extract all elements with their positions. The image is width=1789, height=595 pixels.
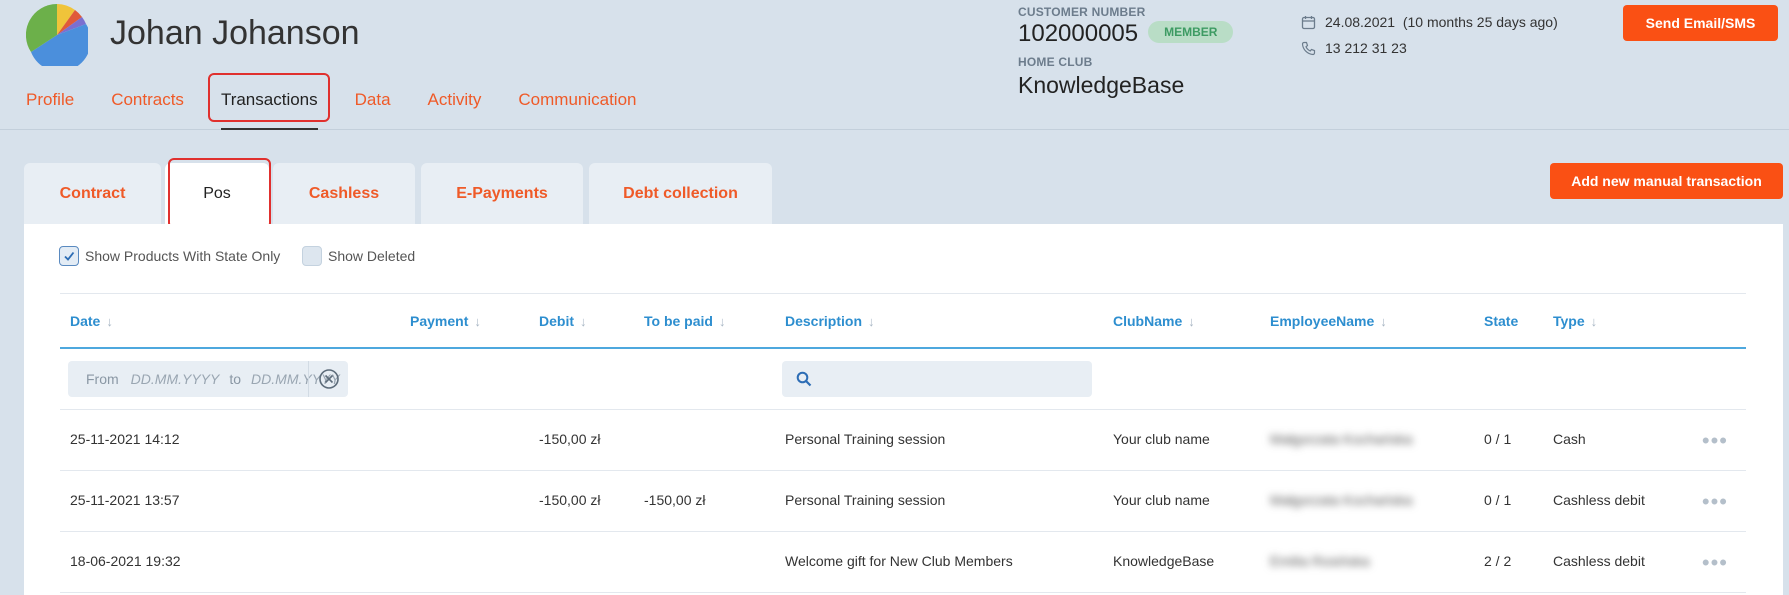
cell-type: Cash: [1553, 431, 1586, 447]
table-row[interactable]: 18-06-2021 19:32 Welcome gift for New Cl…: [60, 532, 1746, 593]
sort-arrow-icon: ↓: [580, 313, 587, 329]
cell-state: 0 / 1: [1484, 492, 1512, 508]
col-employee-name-label: EmployeeName: [1270, 313, 1375, 329]
nav-profile[interactable]: Profile: [26, 78, 74, 130]
date-range-filter[interactable]: From DD.MM.YYYY to DD.MM.YYYY: [68, 361, 348, 397]
send-email-sms-button[interactable]: Send Email/SMS: [1623, 5, 1778, 41]
filter-deleted: Show Deleted: [302, 246, 415, 266]
cell-state: 0 / 1: [1484, 431, 1512, 447]
tab-e-payments[interactable]: E-Payments: [421, 163, 583, 224]
cell-date: 25-11-2021 13:57: [70, 492, 180, 508]
cell-debit: -150,00 zł: [539, 492, 601, 508]
filter-row: From DD.MM.YYYY to DD.MM.YYYY: [60, 349, 1746, 410]
cell-type: Cashless debit: [1553, 553, 1645, 569]
cell-club-name: Your club name: [1113, 431, 1210, 447]
nav-data[interactable]: Data: [355, 78, 391, 130]
sort-arrow-icon: ↓: [106, 313, 113, 329]
customer-header: Johan Johanson Profile Contracts Transac…: [0, 0, 1789, 130]
avatar-pie-icon: [26, 4, 88, 66]
date-from-input[interactable]: DD.MM.YYYY: [131, 371, 220, 387]
sort-arrow-icon: ↓: [1590, 313, 1598, 329]
tab-cashless[interactable]: Cashless: [273, 163, 415, 224]
col-debit-label: Debit: [539, 313, 574, 329]
sort-arrow-icon: ↓: [1380, 313, 1387, 329]
from-label: From: [86, 371, 119, 387]
clear-icon: [318, 369, 339, 389]
col-state: State: [1484, 313, 1518, 329]
search-icon: [796, 371, 812, 387]
status-badge: MEMBER: [1148, 21, 1234, 43]
customer-meta: 24.08.2021 (10 months 25 days ago) 13 21…: [1301, 9, 1558, 61]
col-employee-name[interactable]: EmployeeName ↓: [1270, 313, 1387, 329]
nav-activity[interactable]: Activity: [428, 78, 482, 130]
profile-nav: Profile Contracts Transactions Data Acti…: [26, 78, 674, 130]
cell-date: 25-11-2021 14:12: [70, 431, 180, 447]
col-to-be-paid[interactable]: To be paid ↓: [644, 313, 725, 329]
col-date-label: Date: [70, 313, 101, 329]
cell-employee-name: Emilia Rosińska: [1270, 553, 1370, 569]
join-date-ago: (10 months 25 days ago): [1402, 14, 1558, 30]
customer-number-label: CUSTOMER NUMBER: [1018, 5, 1146, 19]
show-state-only-checkbox[interactable]: [59, 246, 79, 266]
highlight-transactions: [208, 73, 330, 122]
tab-contract[interactable]: Contract: [24, 163, 161, 224]
table-header: Date ↓ Payment ↓ Debit ↓ To be paid ↓ Descri…: [60, 293, 1746, 349]
cell-description: Personal Training session: [785, 492, 946, 508]
filter-checkboxes: Show Products With State Only: [59, 246, 280, 266]
col-payment-label: Payment: [410, 313, 469, 329]
col-description[interactable]: Description ↓: [785, 313, 875, 329]
nav-contracts[interactable]: Contracts: [111, 78, 184, 130]
cell-description: Welcome gift for New Club Members: [785, 553, 1013, 569]
phone-icon: [1301, 41, 1316, 55]
cell-debit: -150,00 zł: [539, 431, 601, 447]
cell-description: Personal Training session: [785, 431, 946, 447]
description-search-input[interactable]: [782, 361, 1092, 397]
customer-number: 102000005: [1018, 20, 1139, 47]
row-more-icon[interactable]: •••: [1702, 489, 1728, 515]
checkmark-icon: [64, 251, 75, 261]
col-type-label: Type: [1553, 313, 1585, 329]
col-date[interactable]: Date ↓: [70, 313, 113, 329]
row-more-icon[interactable]: •••: [1702, 428, 1728, 454]
nav-communication[interactable]: Communication: [518, 78, 636, 130]
cell-club-name: KnowledgeBase: [1113, 553, 1215, 569]
cell-to-be-paid: -150,00 zł: [644, 492, 706, 508]
tab-debt-collection[interactable]: Debt collection: [589, 163, 772, 224]
sort-arrow-icon: ↓: [718, 313, 726, 329]
sort-arrow-icon: ↓: [474, 313, 481, 329]
table-row[interactable]: 25-11-2021 14:12 -150,00 zł Personal Tra…: [60, 410, 1746, 471]
col-state-label: State: [1484, 313, 1519, 329]
show-deleted-label: Show Deleted: [328, 248, 416, 264]
home-club-label: HOME CLUB: [1018, 55, 1093, 69]
show-state-only-label: Show Products With State Only: [85, 248, 281, 264]
home-club: KnowledgeBase: [1018, 72, 1185, 98]
col-payment[interactable]: Payment ↓: [410, 313, 481, 329]
to-label: to: [229, 371, 242, 387]
col-club-name-label: ClubName: [1113, 313, 1183, 329]
sort-arrow-icon: ↓: [1188, 313, 1195, 329]
table-row[interactable]: 25-11-2021 13:57 -150,00 zł -150,00 zł P…: [60, 471, 1746, 532]
col-club-name[interactable]: ClubName ↓: [1113, 313, 1195, 329]
col-type[interactable]: Type ↓: [1553, 313, 1597, 329]
col-debit[interactable]: Debit ↓: [539, 313, 587, 329]
cell-employee-name: Małgorzata Kochańska: [1270, 431, 1413, 447]
show-deleted-checkbox[interactable]: [302, 246, 322, 266]
row-more-icon[interactable]: •••: [1702, 550, 1728, 576]
cell-type: Cashless debit: [1553, 492, 1645, 508]
cell-date: 18-06-2021 19:32: [70, 553, 181, 569]
col-description-label: Description: [785, 313, 863, 329]
clear-date-button[interactable]: [308, 361, 348, 397]
cell-employee-name: Małgorzata Kochańska: [1270, 492, 1413, 508]
add-manual-transaction-button[interactable]: Add new manual transaction: [1550, 163, 1783, 199]
customer-name: Johan Johanson: [110, 14, 360, 52]
cell-club-name: Your club name: [1113, 492, 1210, 508]
col-to-be-paid-label: To be paid: [644, 313, 713, 329]
phone-number: 13 212 31 23: [1325, 40, 1407, 56]
highlight-pos: [168, 158, 271, 229]
join-date: 24.08.2021: [1325, 14, 1396, 30]
customer-info: CUSTOMER NUMBER 102000005 MEMBER HOME CLU…: [1018, 5, 1234, 99]
calendar-icon: [1301, 15, 1316, 29]
sort-arrow-icon: ↓: [868, 313, 875, 329]
cell-state: 2 / 2: [1484, 553, 1512, 569]
